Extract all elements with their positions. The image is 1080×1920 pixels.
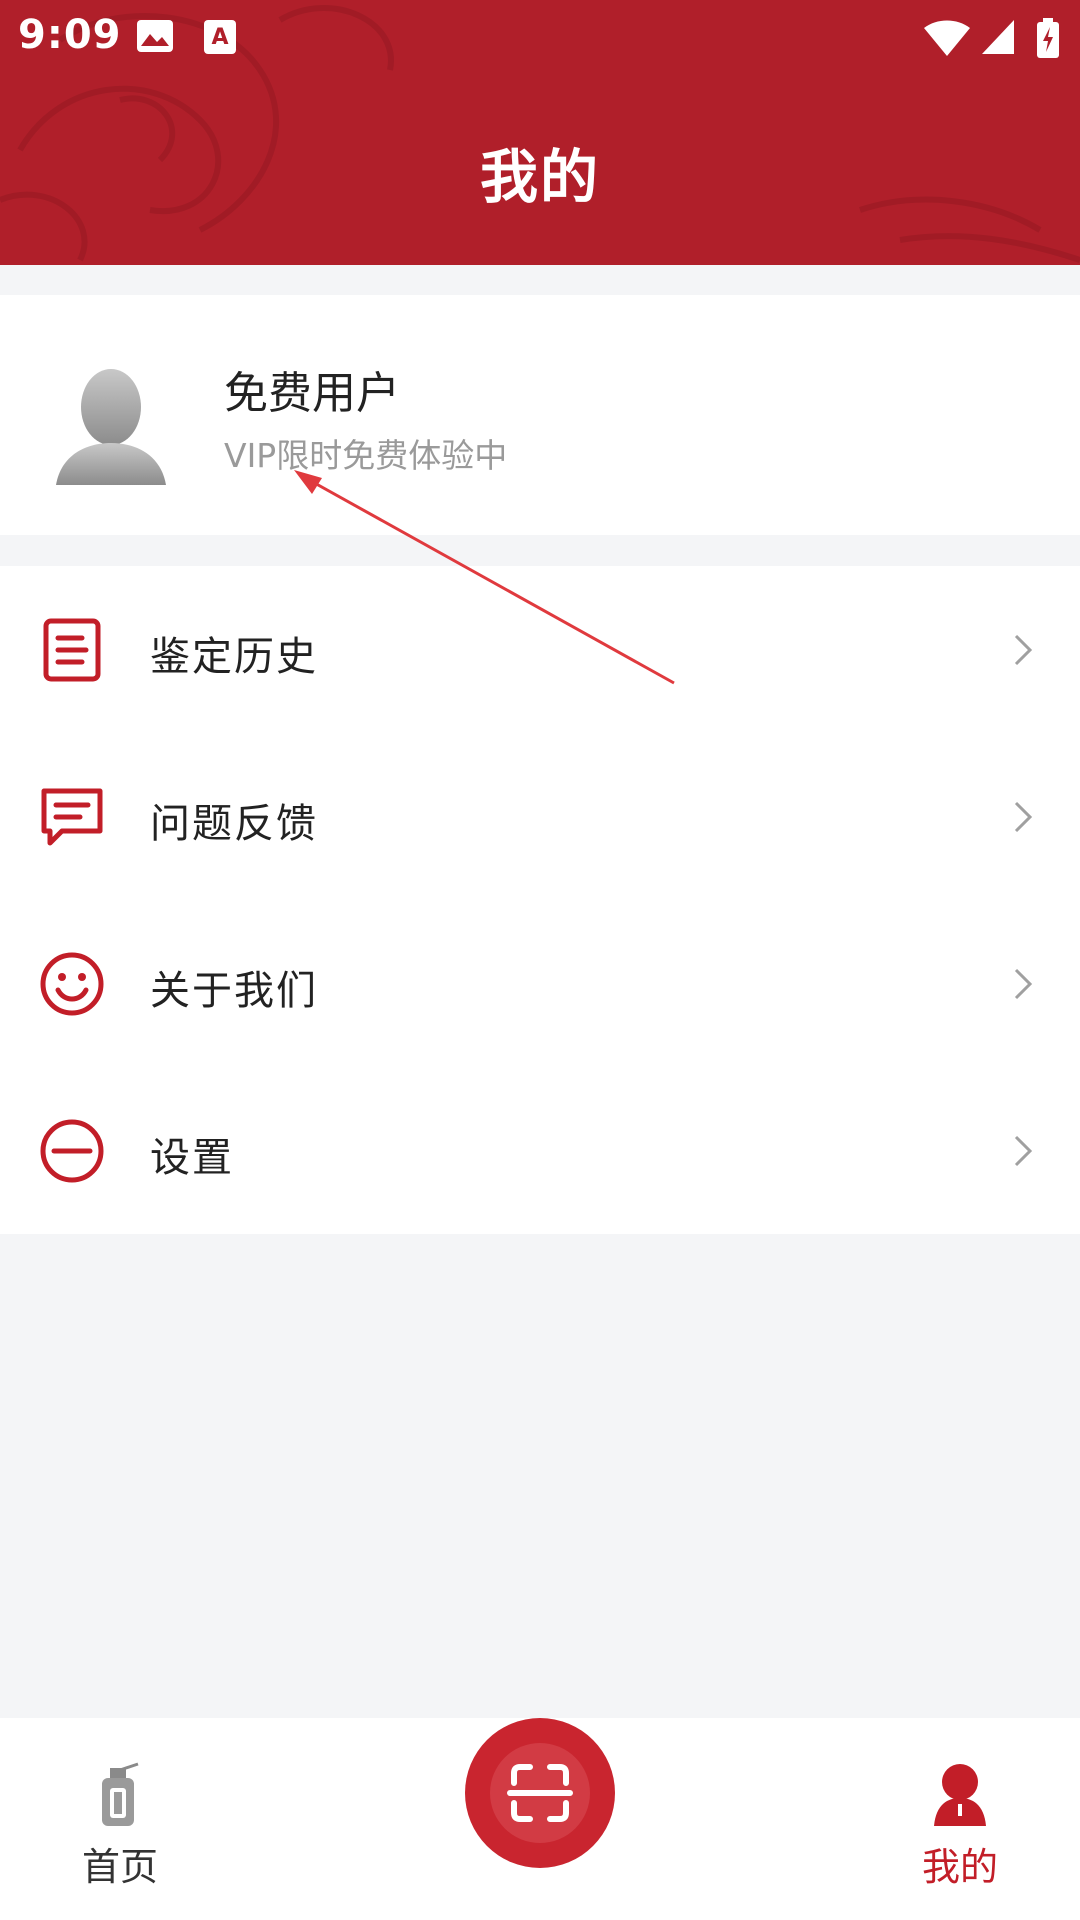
tab-mine-label: 我的 [921,1845,998,1889]
menu-item-label: 设置 [150,1135,234,1181]
smiley-icon [40,952,104,1016]
user-name: 免费用户 [224,368,400,419]
chevron-right-icon [1014,801,1033,833]
menu-list: 鉴定历史 问题反馈 关于我们 设置 [0,566,1080,1234]
header: 9:09 A 我的 [0,0,1080,265]
svg-text:A: A [211,25,228,50]
scan-icon [507,1764,573,1822]
home-bottle-icon [102,1762,139,1826]
menu-item-label: 问题反馈 [150,801,318,847]
menu-item-label: 鉴定历史 [150,634,318,680]
vip-status-text: VIP限时免费体验中 [224,436,508,475]
signal-icon [982,20,1014,54]
status-bar: 9:09 A [0,0,1080,75]
document-icon [43,618,101,682]
menu-item-settings[interactable]: 设置 [0,1067,1080,1234]
minus-circle-icon [40,1119,104,1183]
battery-charging-icon [1037,18,1059,58]
chevron-right-icon [1014,634,1033,666]
scan-button-inner [490,1743,590,1843]
status-time: 9:09 [18,12,122,58]
chat-bubble-icon [41,788,103,846]
menu-item-feedback[interactable]: 问题反馈 [0,733,1080,900]
image-icon [137,20,173,52]
chevron-right-icon [1014,1135,1033,1167]
page-title: 我的 [479,143,600,211]
user-profile-icon [934,1764,986,1826]
scan-button[interactable] [465,1718,615,1868]
menu-item-history[interactable]: 鉴定历史 [0,566,1080,733]
tab-mine[interactable]: 我的 [860,1718,1060,1920]
default-avatar-icon [56,369,166,485]
chevron-right-icon [1014,968,1033,1000]
menu-item-label: 关于我们 [150,968,318,1014]
profile-card[interactable]: 免费用户 VIP限时免费体验中 [0,295,1080,535]
wifi-icon [924,20,970,56]
tab-home-label: 首页 [81,1845,158,1889]
font-a-icon: A [204,20,236,54]
menu-item-about[interactable]: 关于我们 [0,900,1080,1067]
tab-home[interactable]: 首页 [20,1718,220,1920]
